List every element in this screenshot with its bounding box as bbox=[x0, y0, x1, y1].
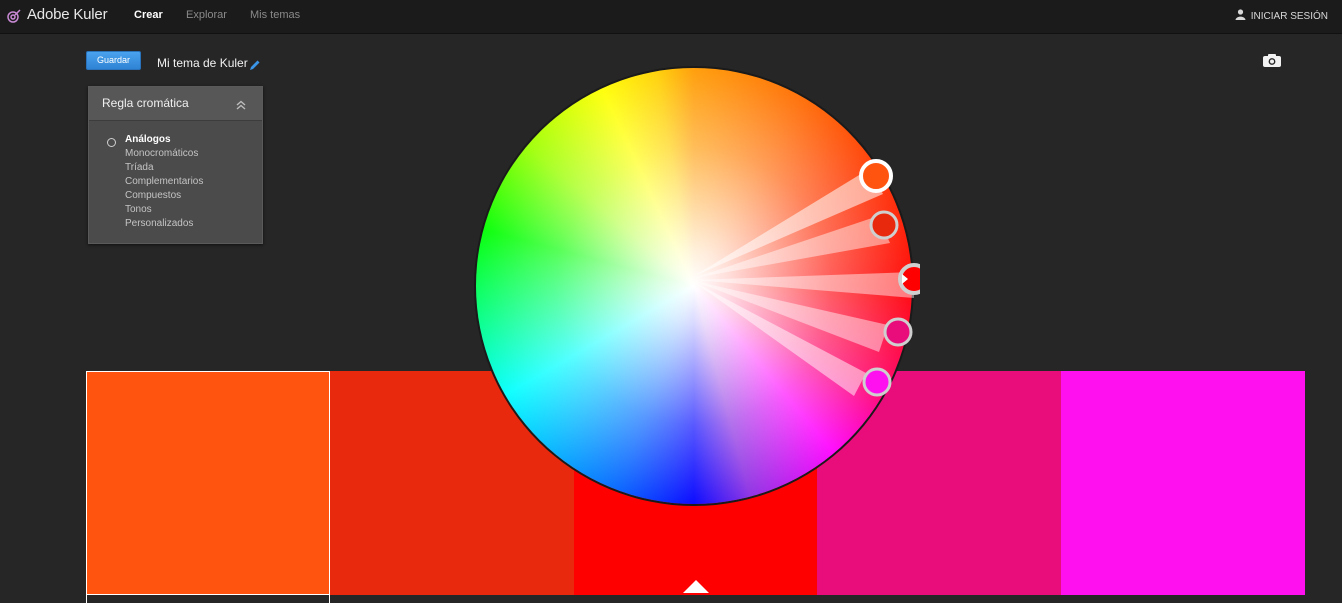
color-rule-list: Análogos Monocromáticos Tríada Complemen… bbox=[125, 134, 203, 232]
top-navigation-bar: Adobe Kuler Crear Explorar Mis temas INI… bbox=[0, 0, 1342, 34]
rule-triada[interactable]: Tríada bbox=[125, 162, 203, 176]
rule-complementarios[interactable]: Complementarios bbox=[125, 176, 203, 190]
app-title[interactable]: Adobe Kuler bbox=[27, 6, 108, 23]
color-swatch-5[interactable] bbox=[1061, 371, 1305, 595]
color-rule-panel: Regla cromática Análogos Monocromáticos … bbox=[88, 86, 263, 244]
color-swatch-1[interactable] bbox=[86, 371, 330, 595]
theme-name[interactable]: Mi tema de Kuler bbox=[157, 56, 248, 70]
rule-tonos[interactable]: Tonos bbox=[125, 204, 203, 218]
nav-crear[interactable]: Crear bbox=[134, 9, 163, 21]
wheel-handle-5[interactable] bbox=[862, 367, 892, 397]
chevron-up-double-icon[interactable] bbox=[235, 98, 247, 110]
color-rule-panel-header[interactable]: Regla cromática bbox=[89, 87, 262, 121]
rule-monocromaticos[interactable]: Monocromáticos bbox=[125, 148, 203, 162]
save-button[interactable]: Guardar bbox=[86, 51, 141, 70]
user-icon bbox=[1235, 9, 1246, 23]
signin-label: INICIAR SESIÓN bbox=[1250, 10, 1328, 22]
nav-explorar[interactable]: Explorar bbox=[186, 9, 227, 21]
pencil-icon[interactable] bbox=[249, 58, 261, 70]
rule-analogos[interactable]: Análogos bbox=[125, 134, 203, 148]
selected-swatch-marker bbox=[86, 593, 330, 603]
kuler-logo-icon[interactable] bbox=[6, 8, 22, 24]
camera-icon[interactable] bbox=[1262, 53, 1282, 68]
rule-compuestos[interactable]: Compuestos bbox=[125, 190, 203, 204]
wheel-handle-2[interactable] bbox=[869, 210, 899, 240]
radio-icon[interactable] bbox=[107, 138, 116, 147]
color-rule-title: Regla cromática bbox=[102, 96, 189, 110]
signin-link[interactable]: INICIAR SESIÓN bbox=[1235, 9, 1328, 23]
nav-mis-temas[interactable]: Mis temas bbox=[250, 9, 300, 21]
wheel-handle-1[interactable] bbox=[859, 159, 893, 193]
base-color-marker-icon bbox=[683, 580, 709, 593]
color-wheel-handles bbox=[694, 159, 920, 397]
rule-personalizados[interactable]: Personalizados bbox=[125, 218, 203, 232]
wheel-handle-4[interactable] bbox=[883, 317, 913, 347]
color-wheel[interactable] bbox=[470, 60, 920, 510]
